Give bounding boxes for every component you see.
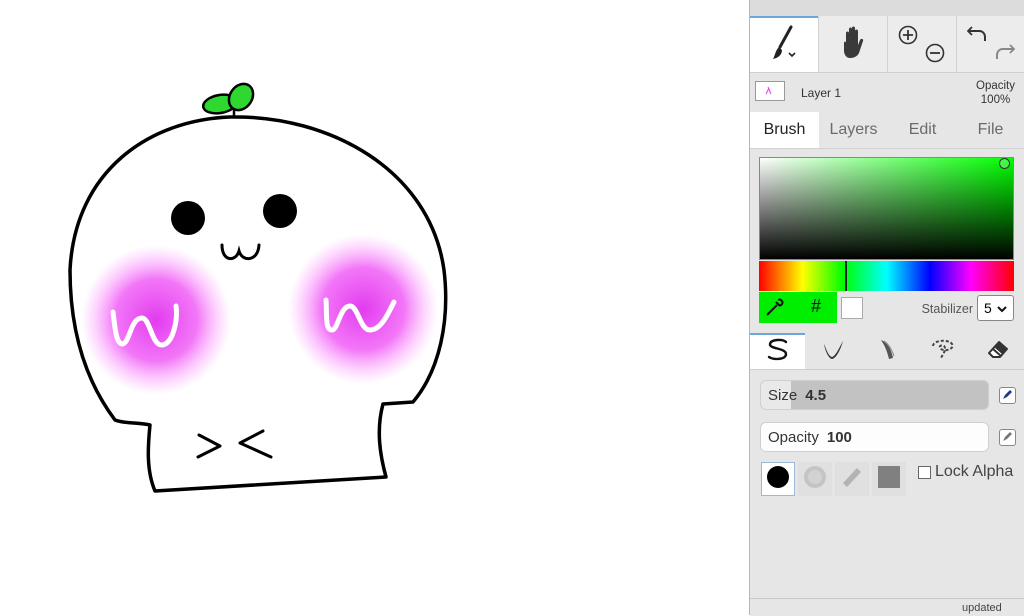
drawing-canvas[interactable] <box>0 0 749 615</box>
layer-opacity-label: Opacity <box>976 80 1015 92</box>
zoom-in-icon[interactable] <box>898 25 918 50</box>
updated-label: updated <box>962 602 1002 614</box>
square-tip-button[interactable] <box>872 462 906 496</box>
checkbox-box[interactable] <box>918 465 931 479</box>
tab-layers[interactable]: Layers <box>819 112 888 148</box>
slanted-tip-button[interactable] <box>835 462 869 496</box>
main-toolbar <box>750 16 1024 73</box>
ink-brush-tab[interactable] <box>805 333 860 369</box>
size-label: Size <box>768 386 798 404</box>
lasso-tab[interactable] <box>915 333 970 369</box>
size-pressure-toggle[interactable] <box>999 387 1016 404</box>
eye-left <box>171 201 205 235</box>
blush-left <box>81 245 231 395</box>
round-tip-button[interactable] <box>761 462 795 496</box>
tab-file[interactable]: File <box>956 112 1024 148</box>
primary-color-swatch[interactable]: # <box>759 292 837 323</box>
swatch-row: # Stabilizer 5 <box>759 292 1014 324</box>
hand-icon <box>838 25 868 64</box>
eraser-icon <box>985 336 1011 367</box>
eraser-tab[interactable] <box>970 333 1024 369</box>
panel-tabs: Brush Layers Edit File <box>750 112 1024 149</box>
hue-slider[interactable] <box>759 261 1014 291</box>
color-handle[interactable] <box>999 158 1010 169</box>
pen-stroke-icon <box>765 337 791 368</box>
lock-alpha-checkbox[interactable]: Lock Alpha <box>918 463 1013 481</box>
layer-opacity-value: 100% <box>980 94 1011 106</box>
blend-brush-icon <box>875 336 901 367</box>
blush-right <box>288 234 438 384</box>
hand-tool-button[interactable] <box>819 16 887 72</box>
lasso-icon <box>929 336 957 367</box>
hex-input-button[interactable]: # <box>811 296 821 317</box>
stabilizer-label: Stabilizer <box>921 302 973 316</box>
stabilizer-value: 5 <box>984 300 992 316</box>
eyedropper-icon[interactable] <box>765 297 785 322</box>
bottom-bar: updated <box>750 598 1024 616</box>
paintbrush-icon <box>769 23 799 68</box>
pen-pressure-icon <box>1002 387 1013 405</box>
opacity-pressure-toggle[interactable] <box>999 429 1016 446</box>
layer-opacity[interactable]: Opacity 100% <box>976 79 1015 107</box>
pen-pressure-icon <box>1002 429 1013 447</box>
chevron-down-icon <box>997 300 1007 316</box>
eye-right <box>263 194 297 228</box>
blend-brush-tab[interactable] <box>860 333 915 369</box>
zoom-buttons <box>888 16 956 72</box>
brush-tool-button[interactable] <box>750 16 818 72</box>
saturation-value-box[interactable] <box>759 157 1014 260</box>
size-value: 4.5 <box>805 386 827 404</box>
color-picker: # Stabilizer 5 <box>750 149 1024 331</box>
opacity-slider[interactable]: Opacity 100 <box>760 422 989 452</box>
round-tip-icon <box>766 465 790 494</box>
history-buttons <box>957 16 1024 72</box>
ink-brush-icon <box>820 336 846 367</box>
hue-marker[interactable] <box>845 261 847 291</box>
slanted-tip-icon <box>840 465 864 494</box>
undo-icon[interactable] <box>966 24 989 49</box>
opacity-label: Opacity <box>768 428 819 446</box>
tab-brush[interactable]: Brush <box>750 112 819 148</box>
lock-alpha-label: Lock Alpha <box>935 463 1014 480</box>
layer-thumbnail <box>755 81 785 101</box>
layer-row[interactable]: Layer 1 Opacity 100% <box>750 73 1024 111</box>
pen-brush-tab[interactable] <box>750 333 805 369</box>
tool-panel: Layer 1 Opacity 100% Brush Layers Edit F… <box>749 0 1024 616</box>
tab-edit[interactable]: Edit <box>888 112 957 148</box>
square-tip-icon <box>877 465 901 494</box>
kawaii-skull-drawing <box>68 82 448 493</box>
soft-tip-icon <box>803 465 827 494</box>
soft-tip-button[interactable] <box>798 462 832 496</box>
redo-icon[interactable] <box>993 42 1016 67</box>
brush-type-tabs <box>750 333 1024 370</box>
panel-top-strip <box>750 0 1024 17</box>
opacity-value: 100 <box>826 428 852 446</box>
layer-name: Layer 1 <box>801 86 842 100</box>
stabilizer-select[interactable]: 5 <box>977 295 1014 321</box>
zoom-out-icon[interactable] <box>925 43 945 68</box>
secondary-color-swatch[interactable] <box>841 297 863 319</box>
size-slider[interactable]: Size 4.5 <box>760 380 989 410</box>
